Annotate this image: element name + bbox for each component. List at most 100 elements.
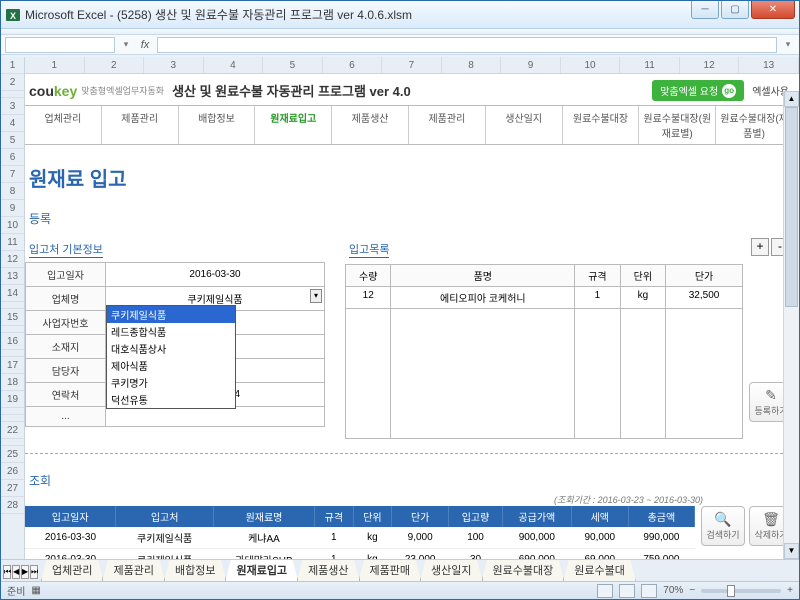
nav-item[interactable]: 원료수불대장(제품별) — [716, 106, 793, 144]
lookup-cell[interactable]: 9,000 — [392, 527, 449, 549]
lookup-cell[interactable]: 69,000 — [571, 549, 628, 560]
row-header[interactable]: 26 — [1, 463, 24, 480]
row-header[interactable]: 1 — [1, 57, 24, 74]
dropdown-option[interactable]: 쿠키제일식품 — [107, 306, 235, 323]
zoom-slider[interactable] — [701, 589, 781, 593]
inbound-empty-cell[interactable] — [575, 309, 620, 439]
col-header[interactable]: 10 — [561, 57, 621, 73]
formula-input[interactable] — [157, 37, 777, 53]
col-header[interactable]: 3 — [144, 57, 204, 73]
page-layout-view-button[interactable] — [619, 584, 635, 598]
sheet-tab[interactable]: 제품관리 — [102, 559, 164, 581]
dropdown-icon[interactable]: ▾ — [310, 289, 322, 303]
row-header[interactable] — [1, 302, 24, 309]
row-header[interactable]: 2 — [1, 74, 24, 91]
page-break-view-button[interactable] — [641, 584, 657, 598]
row-header[interactable]: 9 — [1, 200, 24, 217]
inbound-empty-cell[interactable] — [346, 309, 391, 439]
row-header[interactable]: 27 — [1, 480, 24, 497]
nav-item[interactable]: 원료수불대장(원재료별) — [639, 106, 716, 144]
inbound-cell[interactable]: 12 — [346, 287, 391, 309]
minimize-button[interactable]: ─ — [691, 1, 719, 19]
lookup-cell[interactable]: 23,000 — [392, 549, 449, 560]
search-button[interactable]: 🔍 검색하기 — [701, 506, 745, 546]
maximize-button[interactable]: ▢ — [721, 1, 749, 19]
zoom-out-button[interactable]: − — [689, 585, 695, 596]
scroll-down-icon[interactable]: ▼ — [784, 543, 799, 559]
row-header[interactable] — [1, 408, 24, 415]
name-box[interactable] — [5, 37, 115, 53]
row-header[interactable]: 10 — [1, 217, 24, 234]
formula-expand-icon[interactable]: ▾ — [781, 39, 795, 50]
row-header[interactable]: 4 — [1, 115, 24, 132]
lookup-cell[interactable]: kg — [353, 527, 392, 549]
row-header[interactable]: 25 — [1, 446, 24, 463]
scroll-up-icon[interactable]: ▲ — [784, 91, 799, 107]
row-header[interactable]: 5 — [1, 132, 24, 149]
col-header[interactable]: 11 — [620, 57, 680, 73]
dropdown-option[interactable]: 대호식품상사 — [107, 340, 235, 357]
lookup-cell[interactable]: 2016-03-30 — [25, 527, 116, 549]
nav-item[interactable]: 제품생산 — [332, 106, 409, 144]
row-header[interactable]: 19 — [1, 391, 24, 408]
col-header[interactable]: 1 — [25, 57, 85, 73]
normal-view-button[interactable] — [597, 584, 613, 598]
inbound-cell[interactable]: 32,500 — [666, 287, 743, 309]
row-header[interactable]: 8 — [1, 183, 24, 200]
sheet-tab[interactable]: 원료수불대장 — [482, 559, 565, 581]
col-header[interactable]: 5 — [263, 57, 323, 73]
dropdown-option[interactable]: 덕선유통 — [107, 391, 235, 408]
scroll-thumb[interactable] — [785, 107, 798, 307]
sheet-tab[interactable]: 생산일지 — [420, 559, 482, 581]
tab-last-icon[interactable]: ⏭ — [30, 565, 38, 579]
nav-item[interactable]: 원재료입고 — [255, 106, 332, 144]
lookup-cell[interactable]: 990,000 — [628, 527, 694, 549]
col-header[interactable]: 4 — [204, 57, 264, 73]
nav-item[interactable]: 업체관리 — [25, 106, 102, 144]
col-header[interactable]: 12 — [680, 57, 740, 73]
lookup-cell[interactable]: 쿠키제일식품 — [116, 549, 214, 560]
row-header[interactable]: 22 — [1, 422, 24, 439]
info-value[interactable]: 쿠키제일식품▾쿠키제일식품레드종합식품대호식품상사제아식품쿠키명가덕선유통 — [106, 287, 325, 311]
nav-item[interactable]: 생산일지 — [486, 106, 563, 144]
lookup-cell[interactable]: 90,000 — [571, 527, 628, 549]
inbound-empty-cell[interactable] — [620, 309, 665, 439]
row-header[interactable] — [1, 91, 24, 98]
close-button[interactable]: ✕ — [751, 1, 795, 19]
lookup-cell[interactable]: 1 — [315, 549, 354, 560]
row-header[interactable] — [1, 415, 24, 422]
lookup-cell[interactable]: 케냐AA — [213, 527, 314, 549]
sheet-tab[interactable]: 배합정보 — [164, 559, 226, 581]
nav-item[interactable]: 제품관리 — [102, 106, 179, 144]
lookup-cell[interactable]: 30 — [449, 549, 503, 560]
namebox-dropdown-icon[interactable]: ▾ — [119, 39, 133, 50]
nav-item[interactable]: 배합정보 — [179, 106, 256, 144]
zoom-level[interactable]: 70% — [663, 585, 683, 596]
sheet-tab[interactable]: 업체관리 — [41, 559, 103, 581]
lookup-cell[interactable]: 1 — [315, 527, 354, 549]
add-row-button[interactable]: + — [751, 238, 769, 256]
row-header[interactable]: 28 — [1, 497, 24, 514]
dropdown-option[interactable]: 레드종합식품 — [107, 323, 235, 340]
row-header[interactable]: 6 — [1, 149, 24, 166]
row-header[interactable]: 14 — [1, 285, 24, 302]
vertical-scrollbar[interactable]: ▲ ▼ — [783, 91, 799, 559]
lookup-cell[interactable]: 900,000 — [502, 527, 571, 549]
col-header[interactable]: 7 — [382, 57, 442, 73]
col-header[interactable]: 6 — [323, 57, 383, 73]
info-value[interactable]: 2016-03-30 — [106, 263, 325, 287]
fx-icon[interactable]: fx — [137, 39, 153, 51]
row-header[interactable] — [1, 350, 24, 357]
zoom-in-button[interactable]: + — [787, 585, 793, 596]
sheet-tab[interactable]: 원재료입고 — [225, 559, 298, 581]
lookup-cell[interactable]: 과테말라SHB — [213, 549, 314, 560]
inbound-cell[interactable]: 에티오피아 코케허니 — [391, 287, 575, 309]
inbound-cell[interactable]: 1 — [575, 287, 620, 309]
lookup-cell[interactable]: 759,000 — [628, 549, 694, 560]
row-header[interactable]: 13 — [1, 268, 24, 285]
nav-item[interactable]: 제품관리 — [409, 106, 486, 144]
inbound-empty-cell[interactable] — [666, 309, 743, 439]
row-header[interactable]: 16 — [1, 333, 24, 350]
row-header[interactable] — [1, 439, 24, 446]
row-header[interactable]: 17 — [1, 357, 24, 374]
